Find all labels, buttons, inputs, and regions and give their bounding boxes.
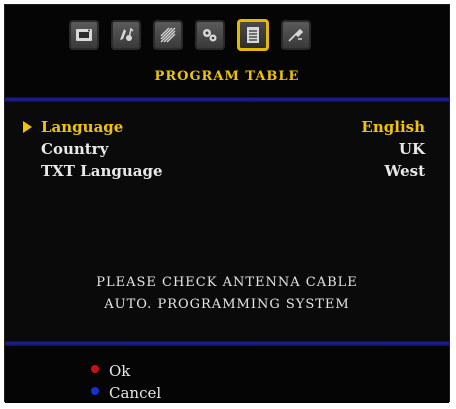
selection-arrow-icon [23, 121, 32, 133]
source-icon[interactable] [281, 20, 311, 50]
setting-value: West [384, 162, 425, 180]
cancel-label: Cancel [109, 384, 162, 402]
picture-icon[interactable] [69, 20, 99, 50]
menu-footer: Ok Cancel [5, 346, 449, 403]
blue-button-icon [91, 387, 99, 395]
menu-header: PROGRAM TABLE [5, 5, 449, 97]
setting-label: TXT Language [41, 162, 163, 180]
menu-title: PROGRAM TABLE [154, 69, 300, 84]
ok-label: Ok [109, 362, 131, 380]
setting-value: UK [398, 140, 425, 158]
menu-icon-bar [69, 19, 311, 51]
setting-row-country[interactable]: Country UK [19, 140, 425, 160]
feature-icon[interactable] [153, 20, 183, 50]
setting-row-language[interactable]: Language English [19, 118, 425, 138]
install-icon[interactable] [195, 20, 225, 50]
sound-icon[interactable] [111, 20, 141, 50]
setting-label: Country [41, 140, 109, 158]
settings-panel: Language English Country UK TXT Language… [5, 102, 449, 341]
setting-row-txt-language[interactable]: TXT Language West [19, 162, 425, 182]
auto-programming-message: AUTO. PROGRAMMING SYSTEM [104, 297, 350, 312]
red-button-icon [91, 365, 99, 373]
program-table-icon[interactable] [237, 19, 269, 51]
tv-osd-menu: PROGRAM TABLE Language English Country U… [4, 4, 450, 403]
antenna-message: PLEASE CHECK ANTENNA CABLE [96, 275, 358, 290]
setting-label: Language [41, 118, 124, 136]
setting-value: English [361, 118, 425, 136]
